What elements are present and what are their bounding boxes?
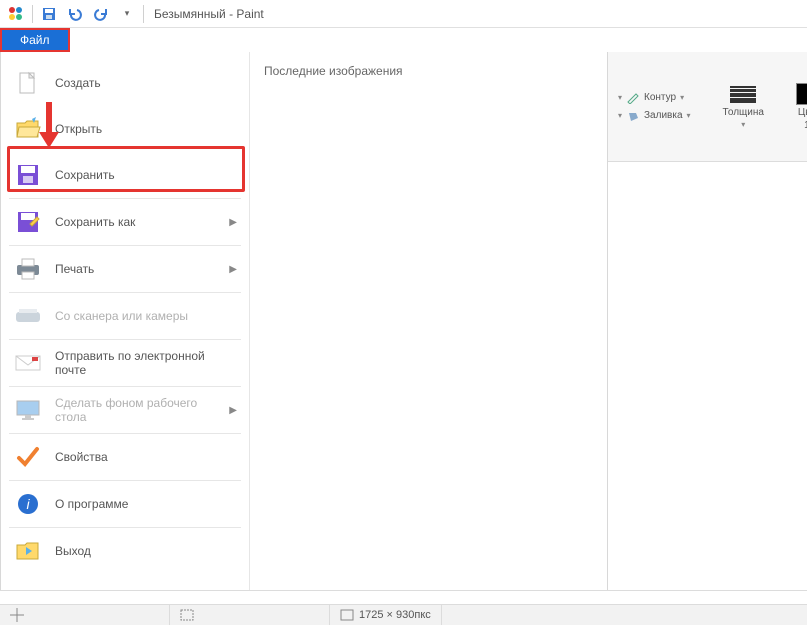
menu-item-print[interactable]: Печать ▶: [1, 246, 249, 292]
menu-item-label: Сохранить как: [55, 215, 135, 229]
menu-item-label: Создать: [55, 76, 101, 90]
menu-item-label: Свойства: [55, 450, 108, 464]
status-cursor-pos: [0, 605, 170, 625]
menu-item-exit[interactable]: Выход: [1, 528, 249, 574]
chevron-down-icon: ▾: [687, 111, 691, 120]
menu-item-properties[interactable]: Свойства: [1, 434, 249, 480]
chevron-down-icon: ▾: [680, 93, 684, 102]
chevron-right-icon: ▶: [229, 264, 237, 275]
menu-item-wallpaper[interactable]: Сделать фоном рабочего стола ▶: [1, 387, 249, 433]
open-folder-icon: [13, 114, 43, 144]
scanner-icon: [13, 301, 43, 331]
ribbon-label: Толщина: [723, 107, 764, 118]
menu-item-label: О программе: [55, 497, 128, 511]
chevron-down-icon: ▾: [618, 93, 622, 102]
chevron-down-icon: ▾: [618, 111, 622, 120]
separator: [143, 5, 144, 23]
new-file-icon: [13, 68, 43, 98]
selection-rect-icon: [180, 609, 194, 621]
menu-item-label: Печать: [55, 262, 94, 276]
ribbon-outline-fill-group: ▾ Контур ▾ ▾ Заливка ▾: [618, 92, 691, 122]
app-icon: [6, 4, 26, 24]
desktop-icon: [13, 395, 43, 425]
menu-item-saveas[interactable]: Сохранить как ▶: [1, 199, 249, 245]
chevron-right-icon: ▶: [229, 217, 237, 228]
save-disk-icon: [13, 160, 43, 190]
crosshair-icon: [10, 608, 24, 622]
main-area: Создать Открыть Сохранить Сохранить: [0, 52, 807, 592]
menu-item-save[interactable]: Сохранить: [1, 152, 249, 198]
menu-item-label: Отправить по электронной почте: [55, 349, 237, 377]
save-icon[interactable]: [39, 4, 59, 24]
ribbon-fragment: ▾ Контур ▾ ▾ Заливка ▾ Толщина ▾ Цве: [608, 52, 807, 162]
menu-item-scanner: Со сканера или камеры: [1, 293, 249, 339]
chevron-right-icon: ▶: [229, 405, 237, 416]
menu-item-label: Выход: [55, 544, 91, 558]
status-size-text: 1725 × 930пкс: [359, 609, 431, 621]
canvas-area[interactable]: [0, 590, 807, 604]
undo-icon[interactable]: [65, 4, 85, 24]
ribbon-tabs: Файл: [0, 28, 807, 52]
file-menu-dropdown: Создать Открыть Сохранить Сохранить: [0, 52, 608, 592]
save-as-icon: [13, 207, 43, 237]
ribbon-thickness-button[interactable]: Толщина ▾: [723, 85, 764, 129]
checkmark-icon: [13, 442, 43, 472]
ribbon-color1-button[interactable]: Цве 1: [796, 83, 807, 131]
exit-folder-icon: [13, 536, 43, 566]
ribbon-label: Контур: [644, 92, 676, 103]
ribbon-label: Заливка: [644, 110, 683, 121]
statusbar: 1725 × 930пкс: [0, 604, 807, 625]
bucket-icon: [626, 110, 640, 122]
ribbon-fill-button[interactable]: ▾ Заливка ▾: [618, 110, 691, 122]
redo-icon[interactable]: [91, 4, 111, 24]
chevron-down-icon: ▾: [741, 120, 745, 129]
canvas-size-icon: [340, 609, 354, 621]
info-icon: i: [13, 489, 43, 519]
file-tab[interactable]: Файл: [0, 28, 70, 52]
pencil-outline-icon: [626, 92, 640, 104]
envelope-icon: [13, 348, 43, 378]
menu-item-label: Сохранить: [55, 168, 115, 182]
menu-item-open[interactable]: Открыть: [1, 106, 249, 152]
printer-icon: [13, 254, 43, 284]
titlebar: ▾ Безымянный - Paint: [0, 0, 807, 28]
menu-item-label: Со сканера или камеры: [55, 309, 188, 323]
color-swatch-icon: [796, 83, 807, 105]
file-menu-list: Создать Открыть Сохранить Сохранить: [1, 52, 249, 591]
menu-item-about[interactable]: i О программе: [1, 481, 249, 527]
recent-images-title: Последние изображения: [264, 64, 593, 78]
thickness-icon: [730, 85, 756, 105]
ribbon-label: Цве: [798, 107, 807, 118]
recent-images-panel: Последние изображения: [249, 52, 607, 591]
menu-item-label: Открыть: [55, 122, 102, 136]
separator: [32, 5, 33, 23]
status-canvas-size: 1725 × 930пкс: [330, 605, 442, 625]
window-title: Безымянный - Paint: [154, 7, 264, 21]
menu-item-label: Сделать фоном рабочего стола: [55, 396, 217, 424]
status-selection-size: [170, 605, 330, 625]
ribbon-contour-button[interactable]: ▾ Контур ▾: [618, 92, 691, 104]
menu-item-create[interactable]: Создать: [1, 60, 249, 106]
customize-qat-icon[interactable]: ▾: [117, 4, 137, 24]
menu-item-email[interactable]: Отправить по электронной почте: [1, 340, 249, 386]
